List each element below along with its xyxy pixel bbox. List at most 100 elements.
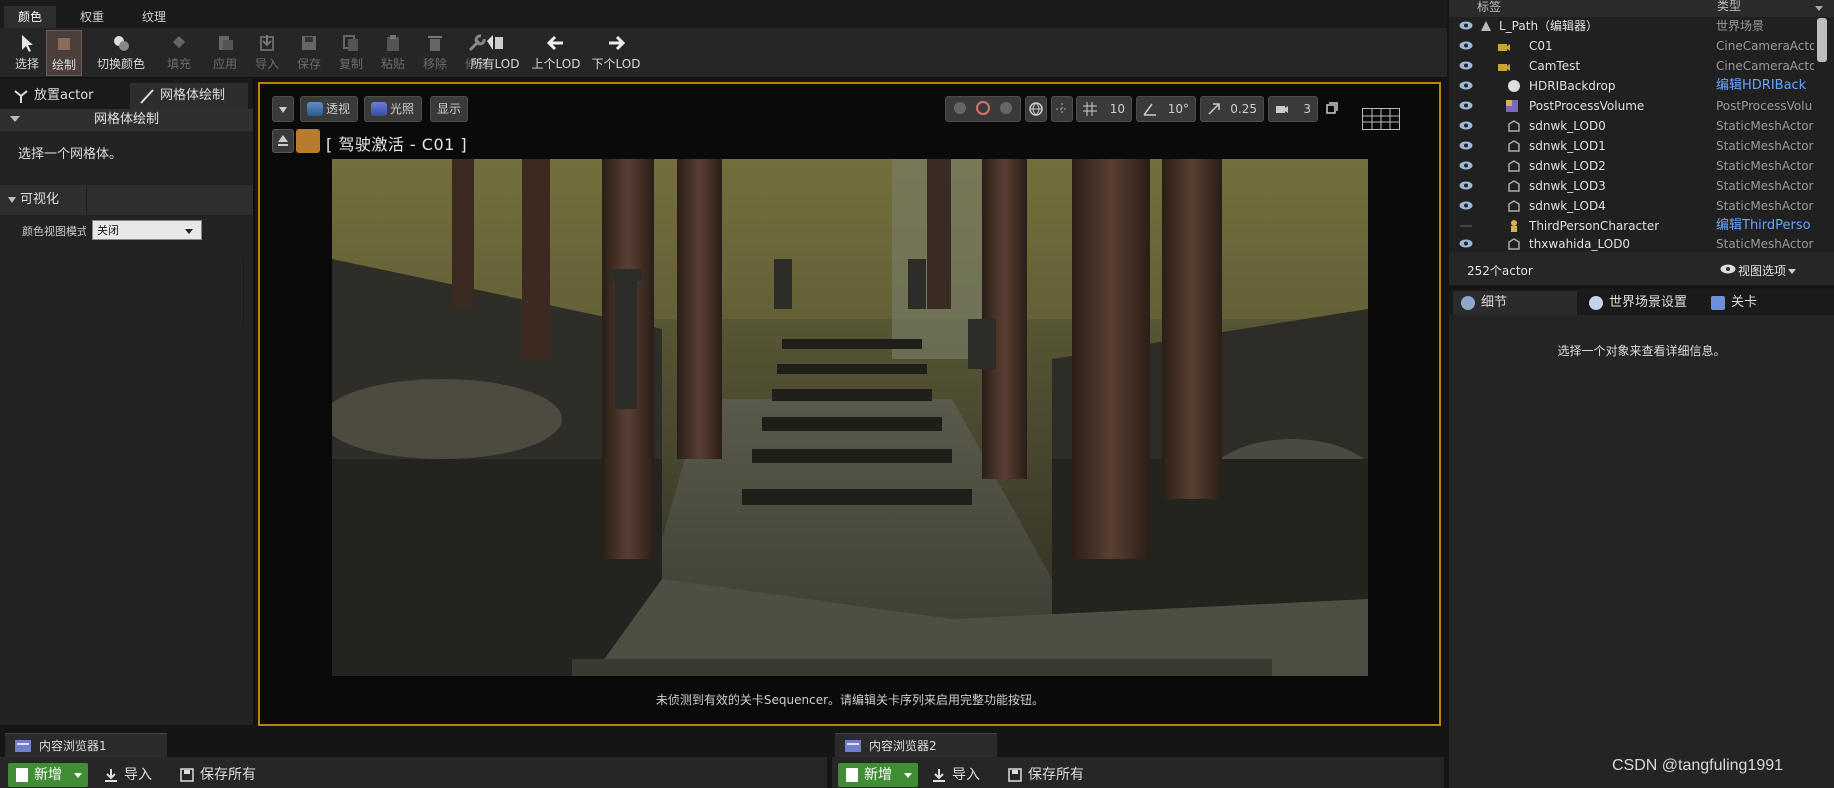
outliner-row[interactable]: sdnwk_LOD3 StaticMeshActor — [1449, 176, 1815, 196]
outliner-item-type: StaticMeshActor — [1716, 199, 1814, 213]
download-icon — [933, 769, 945, 782]
content-browser-2-toolbar: 新增 导入 保存所有 — [832, 757, 1444, 788]
eye-icon[interactable] — [1459, 181, 1473, 190]
tab-level[interactable]: 关卡 — [1703, 291, 1823, 315]
add-new-label: 新增 — [864, 767, 892, 783]
tab-mesh-paint[interactable]: 网格体绘制 — [130, 83, 248, 109]
visualization-label: 可视化 — [20, 192, 60, 207]
world-icon — [1481, 21, 1491, 31]
level-viewport[interactable]: 透视 光照 显示 10 10° 0.25 3 [ 驾驶激活 - C01] 未侦… — [258, 82, 1441, 726]
tab-place-actor[interactable]: 放置actor — [4, 83, 128, 109]
pilot-camera-icon[interactable] — [296, 129, 320, 153]
static-mesh-icon — [1508, 200, 1520, 212]
perspective-button[interactable]: 透视 — [300, 96, 358, 122]
show-button[interactable]: 显示 — [430, 96, 468, 122]
save-all-label: 保存所有 — [1028, 767, 1084, 783]
scene-render[interactable] — [332, 159, 1368, 676]
edit-hdri-link[interactable]: 编辑HDRIBack — [1716, 76, 1814, 96]
transform-tools-icon — [954, 101, 1012, 115]
prev-lod-button[interactable]: 上个LOD — [526, 30, 586, 76]
viewport-layout-button[interactable] — [1362, 108, 1400, 130]
outliner-item-type: StaticMeshActor — [1716, 139, 1814, 153]
save-all-button[interactable]: 保存所有 — [180, 763, 256, 787]
static-mesh-icon — [1508, 160, 1520, 172]
eye-icon[interactable] — [1459, 161, 1473, 170]
level-icon — [1711, 296, 1725, 310]
outliner-row[interactable]: PostProcessVolume PostProcessVolu — [1449, 96, 1815, 116]
outliner-row[interactable]: sdnwk_LOD1 StaticMeshActor — [1449, 136, 1815, 156]
eye-icon[interactable] — [1459, 101, 1473, 110]
rotation-snap-button[interactable]: 10° — [1136, 96, 1196, 122]
outliner-row[interactable]: CamTest CineCameraActo — [1449, 56, 1815, 76]
all-lod-button[interactable]: 所有LOD — [464, 30, 526, 76]
outliner-item-name: C01 — [1529, 39, 1553, 53]
outliner-row[interactable]: L_Path（编辑器） 世界场景 — [1449, 16, 1815, 36]
surface-snap-button[interactable] — [1051, 96, 1073, 122]
static-mesh-icon — [1508, 140, 1520, 152]
maximize-viewport-button[interactable] — [1324, 98, 1340, 114]
paint-brush-icon — [58, 38, 70, 50]
mesh-paint-toolbar: 选择 绘制 切换颜色 填充 应用 导入 保存 复制 粘贴 移除 修复 所有LOD… — [0, 28, 1447, 78]
visualization-section[interactable]: 可视化 — [0, 185, 253, 215]
tab-world-settings[interactable]: 世界场景设置 — [1581, 291, 1699, 315]
grid-snap-button[interactable]: 10 — [1076, 96, 1132, 122]
save-all-button[interactable]: 保存所有 — [1008, 763, 1084, 787]
eye-icon[interactable] — [1459, 201, 1473, 210]
paint-tool-button[interactable]: 绘制 — [46, 30, 82, 76]
outliner-scrollbar[interactable] — [1817, 18, 1827, 62]
outliner-row[interactable]: sdnwk_LOD2 StaticMeshActor — [1449, 156, 1815, 176]
watermark: CSDN @tangfuling1991 — [1612, 757, 1784, 774]
camera-speed-button[interactable]: 3 — [1268, 96, 1318, 122]
tab-place-actor-label: 放置actor — [34, 88, 94, 103]
scale-snap-button[interactable]: 0.25 — [1200, 96, 1264, 122]
eject-pilot-button[interactable] — [272, 129, 294, 153]
outliner-row[interactable]: sdnwk_LOD0 StaticMeshActor — [1449, 116, 1815, 136]
save-icon — [302, 36, 316, 50]
tab-weight[interactable]: 权重 — [66, 6, 118, 28]
outliner-row[interactable]: HDRIBackdrop 编辑HDRIBack — [1449, 76, 1815, 96]
content-browser-1-tab[interactable]: 内容浏览器1 — [5, 733, 167, 757]
outliner-row[interactable]: ThirdPersonCharacter 编辑ThirdPerso — [1449, 216, 1815, 236]
outliner-row[interactable]: C01 CineCameraActo — [1449, 36, 1815, 56]
outliner-item-type: PostProcessVolu — [1716, 99, 1813, 113]
eye-icon[interactable] — [1459, 21, 1473, 30]
column-type-header[interactable]: 类型 — [1717, 0, 1741, 14]
tab-texture[interactable]: 纹理 — [128, 6, 180, 28]
outliner-row[interactable]: thxwahida_LOD0 StaticMeshActor — [1449, 234, 1815, 252]
content-browser-2-tab[interactable]: 内容浏览器2 — [835, 733, 997, 757]
eye-icon[interactable] — [1459, 121, 1473, 130]
eye-icon[interactable] — [1459, 239, 1473, 248]
eye-icon[interactable] — [1459, 41, 1473, 50]
outliner-item-type: StaticMeshActor — [1716, 159, 1814, 173]
eye-hidden-icon[interactable] — [1459, 221, 1473, 230]
column-label-header[interactable]: 标签 — [1477, 0, 1501, 15]
layout-grid-icon — [1363, 109, 1399, 129]
eye-icon[interactable] — [1459, 61, 1473, 70]
world-space-button[interactable] — [1025, 96, 1047, 122]
tab-details[interactable]: 细节 — [1453, 291, 1577, 315]
add-new-button[interactable]: 新增 — [838, 763, 918, 787]
arrow-left-icon — [546, 35, 563, 51]
outliner-row[interactable]: sdnwk_LOD4 StaticMeshActor — [1449, 196, 1815, 216]
swap-color-button[interactable]: 切换颜色 — [90, 30, 152, 76]
scale-snap-value: 0.25 — [1230, 102, 1257, 116]
color-view-mode-dropdown[interactable]: 关闭 — [92, 220, 202, 240]
import-button[interactable]: 导入 — [932, 763, 980, 787]
eye-icon[interactable] — [1459, 81, 1473, 90]
transform-tools-group[interactable] — [945, 96, 1021, 122]
save-icon — [180, 768, 194, 782]
add-new-button[interactable]: 新增 — [8, 763, 88, 787]
outliner-item-name: HDRIBackdrop — [1529, 79, 1616, 93]
lit-button[interactable]: 光照 — [364, 96, 422, 122]
import-button[interactable]: 导入 — [104, 763, 152, 787]
view-options-button[interactable]: 视图选项 — [1720, 262, 1797, 279]
mesh-paint-section-header[interactable]: 网格体绘制 — [0, 109, 253, 131]
chevron-down-icon[interactable] — [1815, 6, 1823, 11]
tab-color[interactable]: 颜色 — [4, 6, 57, 28]
viewport-options-button[interactable] — [272, 96, 294, 122]
import-icon — [260, 35, 274, 51]
download-icon — [105, 769, 117, 782]
eye-icon[interactable] — [1459, 141, 1473, 150]
edit-thirdperson-link[interactable]: 编辑ThirdPerso — [1716, 216, 1814, 236]
next-lod-button[interactable]: 下个LOD — [586, 30, 646, 76]
